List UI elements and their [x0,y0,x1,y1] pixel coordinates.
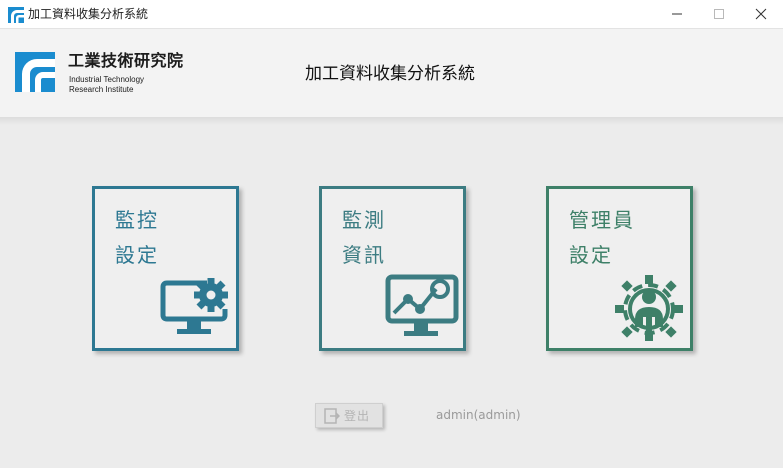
logout-icon [324,407,340,424]
app-header: 工業技術研究院 Industrial Technology Research I… [0,29,783,117]
itri-logo-icon [15,52,55,92]
admin-gear-icon [615,275,683,341]
monitor-gear-icon [160,278,228,334]
window-title: 加工資料收集分析系統 [28,7,149,21]
current-user-label: admin(admin) [436,408,521,422]
logo-chinese-name: 工業技術研究院 [68,51,184,70]
minimize-button[interactable] [656,0,698,28]
page-title: 加工資料收集分析系統 [305,64,475,84]
close-button[interactable] [740,0,782,28]
tile-label: 監測 資訊 [342,208,386,267]
logout-button[interactable]: 登出 [315,403,383,428]
monitor-chart-icon [385,274,459,336]
title-bar: 加工資料收集分析系統 [0,0,783,29]
tile-label: 管理員 設定 [569,208,635,267]
close-icon [755,8,767,20]
maximize-button[interactable] [698,0,740,28]
maximize-icon [714,9,724,19]
monitor-settings-tile[interactable]: 監控 設定 [92,186,239,351]
itri-logo-icon [8,7,24,23]
logo-english-name: Industrial Technology Research Institute [69,75,145,94]
minimize-icon [672,13,682,15]
logout-label: 登出 [344,409,371,423]
tile-label: 監控 設定 [115,208,159,267]
header-shadow [0,117,783,125]
admin-settings-tile[interactable]: 管理員 設定 [546,186,693,351]
monitoring-info-tile[interactable]: 監測 資訊 [319,186,466,351]
